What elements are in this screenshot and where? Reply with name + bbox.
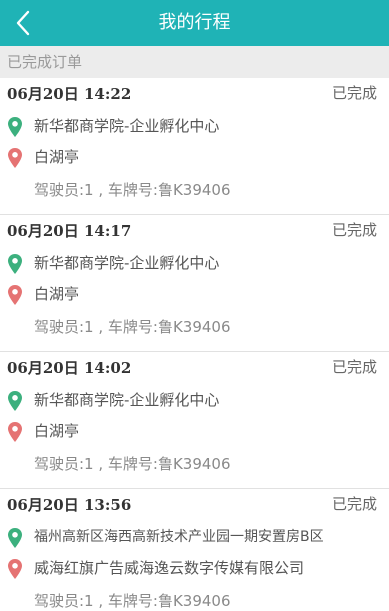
origin-row: 新华都商学院-企业孵化中心	[0, 386, 389, 414]
destination-text: 白湖亭	[34, 148, 80, 166]
driver-info: 驾驶员:1 , 车牌号:鲁K39406	[34, 592, 231, 610]
destination-pin-icon	[8, 285, 22, 305]
origin-pin-icon	[8, 391, 22, 411]
order-status: 已完成	[331, 84, 377, 102]
origin-row: 新华都商学院-企业孵化中心	[0, 112, 389, 140]
origin-row: 新华都商学院-企业孵化中心	[0, 249, 389, 277]
destination-text: 白湖亭	[34, 285, 80, 303]
order-status: 已完成	[331, 495, 377, 513]
origin-text: 新华都商学院-企业孵化中心	[34, 391, 220, 409]
order-time: 06月20日 14:22	[7, 85, 132, 103]
order-status: 已完成	[331, 358, 377, 376]
order-time: 06月20日 13:56	[7, 496, 132, 514]
section-label-completed: 已完成订单	[0, 46, 389, 78]
origin-row: 福州高新区海西高新技术产业园一期安置房B区	[0, 523, 389, 551]
order-status: 已完成	[331, 221, 377, 239]
origin-pin-icon	[8, 117, 22, 137]
driver-info: 驾驶员:1 , 车牌号:鲁K39406	[34, 455, 231, 473]
origin-text: 福州高新区海西高新技术产业园一期安置房B区	[34, 529, 324, 545]
destination-text: 白湖亭	[34, 422, 80, 440]
origin-pin-icon	[8, 254, 22, 274]
destination-text: 威海红旗广告威海逸云数字传媒有限公司	[34, 559, 305, 577]
order-time: 06月20日 14:17	[7, 222, 132, 240]
destination-row: 威海红旗广告威海逸云数字传媒有限公司	[0, 554, 389, 582]
page-title: 我的行程	[158, 12, 231, 33]
destination-row: 白湖亭	[0, 280, 389, 308]
destination-row: 白湖亭	[0, 417, 389, 445]
destination-pin-icon	[8, 422, 22, 442]
order-time: 06月20日 14:02	[7, 359, 132, 377]
origin-text: 新华都商学院-企业孵化中心	[34, 254, 220, 272]
destination-pin-icon	[8, 559, 22, 579]
app-header: 我的行程	[0, 0, 389, 46]
driver-info: 驾驶员:1 , 车牌号:鲁K39406	[34, 318, 231, 336]
order-list: 06月20日 14:22 已完成 新华都商学院-企业孵化中心 白湖亭 驾驶员:1…	[0, 78, 389, 610]
destination-row: 白湖亭	[0, 143, 389, 171]
origin-text: 新华都商学院-企业孵化中心	[34, 117, 220, 135]
origin-pin-icon	[8, 528, 22, 548]
order-card[interactable]: 06月20日 13:56 已完成 福州高新区海西高新技术产业园一期安置房B区 威…	[0, 489, 389, 610]
order-card[interactable]: 06月20日 14:02 已完成 新华都商学院-企业孵化中心 白湖亭 驾驶员:1…	[0, 352, 389, 489]
order-card[interactable]: 06月20日 14:22 已完成 新华都商学院-企业孵化中心 白湖亭 驾驶员:1…	[0, 78, 389, 215]
destination-pin-icon	[8, 148, 22, 168]
driver-info: 驾驶员:1 , 车牌号:鲁K39406	[34, 181, 231, 199]
order-card[interactable]: 06月20日 14:17 已完成 新华都商学院-企业孵化中心 白湖亭 驾驶员:1…	[0, 215, 389, 352]
